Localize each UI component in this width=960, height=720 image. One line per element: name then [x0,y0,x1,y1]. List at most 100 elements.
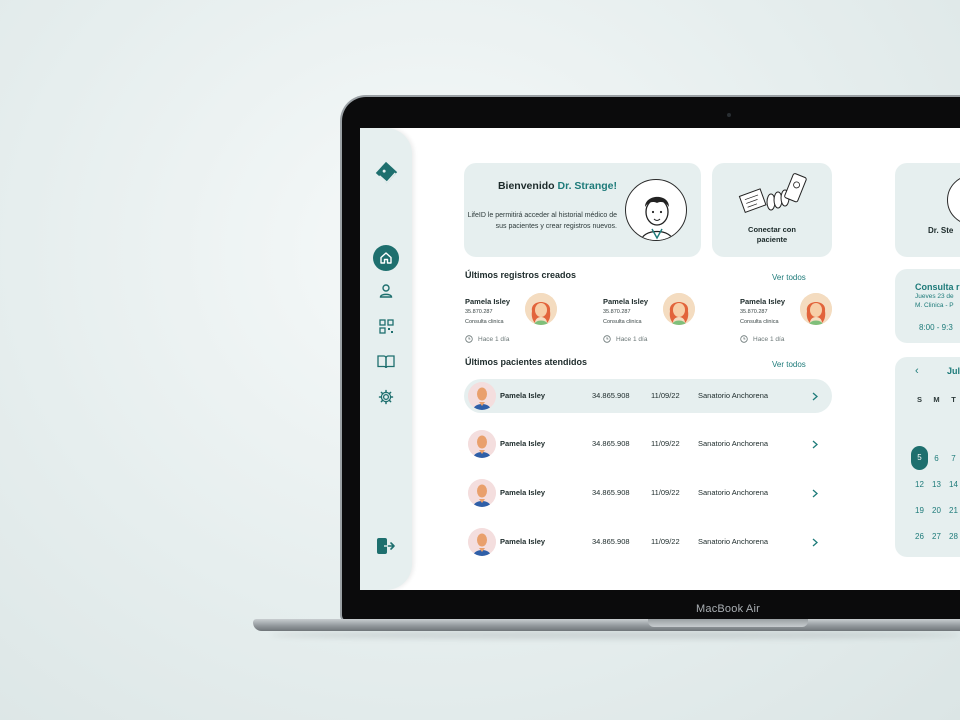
record-number: 35.870.287 [603,309,631,315]
appointment-time: 8:00 - 9:3 [919,323,953,332]
laptop-shadow [270,631,960,639]
calendar-day[interactable]: 20 [928,506,945,515]
chevron-right-icon [812,538,818,546]
patient-date: 11/09/22 [651,439,680,448]
calendar-day-selected[interactable]: 5 [911,446,928,470]
logout-icon [377,538,395,554]
patients-section-title: Últimos pacientes atendidos [465,357,588,367]
sidebar-item-home[interactable] [373,245,399,271]
record-time: Hace 1 día [740,335,784,343]
sidebar-item-profile[interactable] [373,278,399,304]
patient-avatar-icon [800,293,832,325]
sidebar-item-records[interactable] [373,348,399,374]
patient-row[interactable]: Pamela Isley 34.865.908 11/09/22 Sanator… [464,427,832,461]
book-logo-icon [375,161,398,184]
patient-row[interactable]: Pamela Isley 34.865.908 11/09/22 Sanator… [464,525,832,559]
record-patient-avatar [663,293,695,325]
patient-avatar-icon [468,479,496,507]
patient-row[interactable]: Pamela Isley 34.865.908 11/09/22 Sanator… [464,379,832,413]
doctor-profile-card: Dr. Ste [895,163,960,257]
calendar-prev-button[interactable]: ‹ [915,365,919,377]
calendar-weekday: S [916,395,922,404]
patient-name: Pamela Isley [500,537,546,546]
record-type: Consulta clinica [465,319,504,325]
welcome-title: Bienvenido Dr. Strange! [498,180,617,192]
calendar-weekday: T [951,395,956,404]
calendar-day[interactable]: 6 [928,454,945,463]
appointment-title: Consulta r [915,282,960,292]
record-time-label: Hace 1 día [616,335,648,343]
device-brand-label: MacBook Air [696,603,760,615]
patient-avatar-icon [663,293,695,325]
patient-id: 34.865.908 [592,537,630,546]
record-type: Consulta clinica [603,319,642,325]
welcome-greeting: Bienvenido [497,180,558,192]
record-patient-avatar [525,293,557,325]
patient-name: Pamela Isley [500,391,546,400]
record-time-label: Hace 1 día [753,335,785,343]
records-section-title: Últimos registros creados [465,270,577,280]
patient-open-button[interactable] [809,486,821,500]
record-patient-name: Pamela Isley [603,297,649,306]
calendar-day[interactable]: 21 [945,506,960,515]
laptop-hinge-notch [648,619,808,627]
calendar-day[interactable]: 19 [911,506,928,515]
appointment-date: Jueves 23 de [915,293,954,300]
record-number: 35.870.287 [740,309,768,315]
record-patient-name: Pamela Isley [740,297,786,306]
record-time-label: Hace 1 día [478,335,510,343]
connect-patient-label: Conectar con paciente [748,225,796,244]
app-screen: Bienvenido Dr. Strange! LifeID le permit… [360,128,960,590]
calendar-day[interactable]: 7 [945,454,960,463]
patients-see-all-link[interactable]: Ver todos [772,360,806,369]
calendar-day[interactable]: 12 [911,480,928,489]
doctor-profile-name: Dr. Ste [928,226,954,235]
webcam [727,113,731,117]
clock-icon [465,335,473,343]
calendar-day[interactable]: 14 [945,480,960,489]
patient-avatar-icon [525,293,557,325]
sidebar-item-qr[interactable] [373,313,399,339]
record-card[interactable]: Pamela Isley 35.870.287 Consulta clinica… [740,291,840,349]
record-card[interactable]: Pamela Isley 35.870.287 Consulta clinica… [465,291,565,349]
patient-id: 34.865.908 [592,488,630,497]
patient-avatar-icon [468,382,496,410]
connect-patient-card[interactable]: Conectar con paciente [712,163,832,257]
patient-name: Pamela Isley [500,488,546,497]
patient-open-button[interactable] [809,535,821,549]
patient-open-button[interactable] [809,437,821,451]
patient-date: 11/09/22 [651,391,680,400]
patient-place: Sanatorio Anchorena [698,537,769,546]
patient-name: Pamela Isley [500,439,546,448]
user-icon [379,284,393,298]
calendar-weekday: M [933,395,940,404]
open-book-icon [377,354,395,368]
calendar-day[interactable]: 27 [928,532,945,541]
connect-devices-icon [738,173,807,214]
welcome-doctor-name: Dr. Strange! [557,180,617,192]
patient-avatar-icon [468,528,496,556]
app-logo[interactable] [373,160,399,186]
record-card[interactable]: Pamela Isley 35.870.287 Consulta clinica… [603,291,703,349]
calendar-day[interactable]: 26 [911,532,928,541]
patient-avatar [468,430,496,458]
patient-row[interactable]: Pamela Isley 34.865.908 11/09/22 Sanator… [464,476,832,510]
sidebar-item-settings[interactable] [373,384,399,410]
patient-avatar [468,382,496,410]
patient-place: Sanatorio Anchorena [698,439,769,448]
patient-id: 34.865.908 [592,391,630,400]
sidebar-item-logout[interactable] [373,533,399,559]
calendar-day[interactable]: 13 [928,480,945,489]
doctor-profile-avatar [947,175,960,225]
records-see-all-link[interactable]: Ver todos [772,273,806,282]
chevron-right-icon [812,440,818,448]
record-time: Hace 1 día [603,335,647,343]
record-patient-avatar [800,293,832,325]
calendar: ‹ Jul S M T 5 6 7 12 13 14 19 20 21 26 2… [895,357,960,557]
patient-open-button[interactable] [809,389,821,403]
patient-date: 11/09/22 [651,488,680,497]
gear-icon [378,389,394,405]
next-appointment-card[interactable]: Consulta r Jueves 23 de M. Clinica - P 8… [895,269,960,343]
record-number: 35.870.287 [465,309,493,315]
calendar-day[interactable]: 28 [945,532,960,541]
